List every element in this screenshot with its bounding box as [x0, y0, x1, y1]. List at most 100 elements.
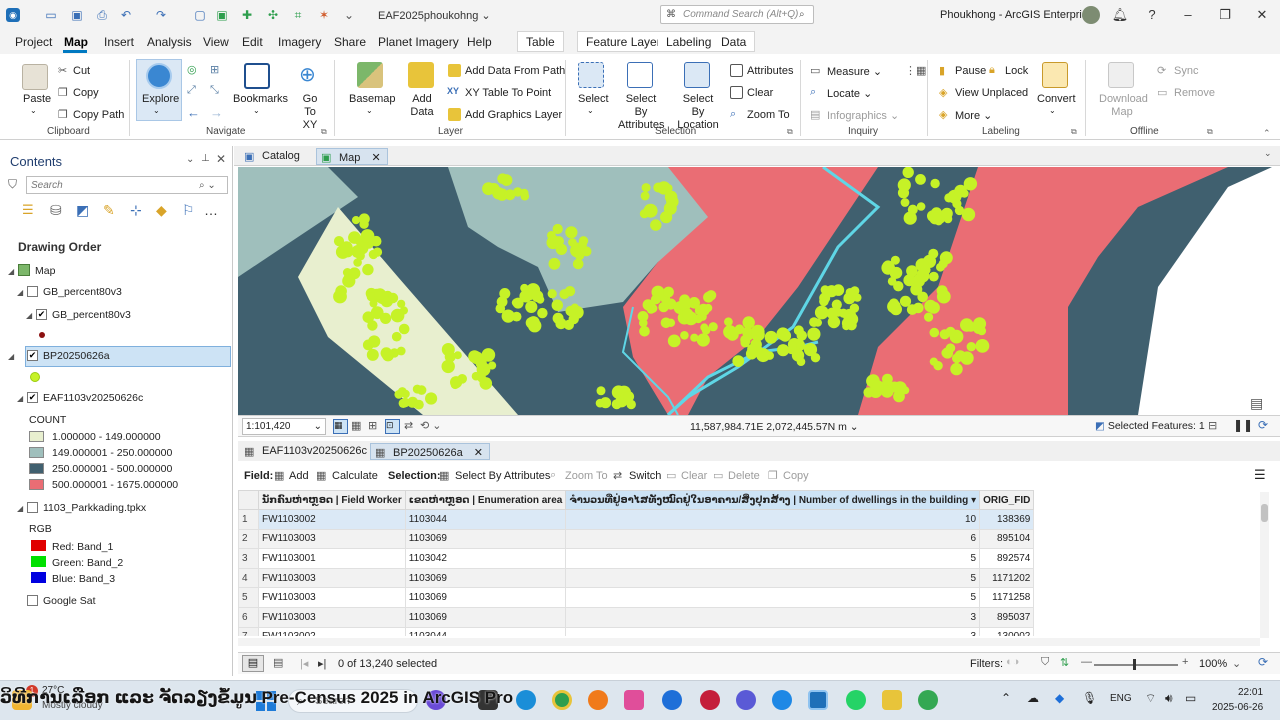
building-point[interactable]	[796, 357, 806, 366]
orig-fid-cell[interactable]: 1171258	[979, 587, 1035, 608]
building-point[interactable]	[398, 323, 410, 335]
table-row[interactable]: 1 FW1103002 1103044 10 138369	[238, 509, 1035, 530]
collapse-icon[interactable]: ◢	[8, 267, 14, 276]
measure-button[interactable]: Measure ⌄	[827, 65, 882, 78]
building-point[interactable]	[776, 327, 790, 341]
building-point[interactable]	[519, 290, 532, 303]
close-pane-icon[interactable]: ✕	[216, 152, 226, 166]
tab-table-bp20250626a[interactable]: ▦ BP20250626a ✕	[370, 443, 491, 460]
next-extent-icon[interactable]: →	[210, 105, 223, 120]
fixed-zoom-in-icon[interactable]: ⊞	[210, 63, 219, 76]
building-point[interactable]	[382, 349, 394, 362]
add-data-button[interactable]: Add Data	[407, 93, 437, 119]
basemap-button[interactable]: Basemap	[349, 93, 395, 105]
dwellings-cell[interactable]: 5	[565, 548, 981, 569]
building-point[interactable]	[499, 288, 511, 299]
building-point[interactable]	[414, 399, 424, 410]
building-point[interactable]	[525, 317, 538, 329]
vertical-scrollbar[interactable]	[1260, 492, 1269, 638]
tab-feature-layer[interactable]: Feature Layer	[577, 31, 669, 52]
list-by-drawing-order-icon[interactable]: ☰	[22, 202, 42, 222]
collapse-icon[interactable]: ◢	[17, 288, 23, 297]
building-point[interactable]	[793, 325, 804, 336]
table-zoom-to-button[interactable]: Zoom To	[565, 470, 608, 482]
building-point[interactable]	[401, 389, 410, 399]
chrome-icon[interactable]	[552, 690, 572, 710]
building-point[interactable]	[902, 167, 914, 178]
building-point[interactable]	[525, 300, 538, 313]
switch-selection-button[interactable]: Switch	[629, 470, 661, 482]
add-field-button[interactable]: Add	[289, 470, 309, 482]
building-point[interactable]	[362, 263, 374, 276]
building-point[interactable]	[872, 380, 884, 392]
copy-button[interactable]: Copy	[73, 87, 99, 99]
tab-view[interactable]: View	[203, 35, 229, 49]
cloud-icon[interactable]: ☁	[1027, 691, 1039, 705]
building-point[interactable]	[751, 327, 765, 342]
table-filter-icon[interactable]: ⛉	[1041, 656, 1049, 669]
building-point[interactable]	[387, 292, 399, 304]
labeling-launcher-icon[interactable]: ⧉	[1071, 127, 1077, 137]
zoom-out-icon[interactable]: —	[1081, 656, 1092, 668]
row-number-cell[interactable]: 2	[238, 528, 259, 550]
building-point[interactable]	[537, 307, 548, 319]
building-point[interactable]	[340, 241, 353, 254]
building-point[interactable]	[531, 290, 544, 303]
pause-drawing-icon[interactable]: ❚❚	[1233, 418, 1253, 432]
chevron-down-icon[interactable]: ⌄	[1232, 657, 1241, 670]
field-worker-cell[interactable]: FW1103003	[258, 567, 406, 589]
attribute-table-grid[interactable]: ນັກຄົນຫ່າຫຼອດ | Field Worker ເຂດຫ່າຫຼອດ …	[238, 490, 1035, 636]
building-point[interactable]	[482, 182, 495, 196]
building-point[interactable]	[391, 331, 402, 342]
orig-fid-cell[interactable]: 1171202	[979, 567, 1035, 589]
row-number-cell[interactable]: 5	[238, 587, 259, 608]
building-point[interactable]	[565, 226, 578, 239]
paste-button[interactable]: Paste	[23, 93, 51, 105]
bookmarks-dropdown-icon[interactable]: ⌄	[253, 106, 260, 115]
building-point[interactable]	[814, 305, 829, 320]
building-point[interactable]	[504, 189, 516, 201]
building-point[interactable]	[963, 177, 978, 191]
paste-icon[interactable]	[22, 64, 48, 90]
building-point[interactable]	[890, 266, 903, 279]
collapse-icon[interactable]: ◢	[8, 352, 14, 361]
collapse-icon[interactable]: ◢	[17, 394, 23, 403]
pane-options-icon[interactable]: ⌄	[186, 154, 194, 165]
building-point[interactable]	[950, 362, 963, 376]
building-point[interactable]	[390, 308, 405, 323]
grid-icon[interactable]: ▦	[351, 419, 361, 432]
paste-dropdown-icon[interactable]: ⌄	[30, 106, 37, 115]
building-point[interactable]	[941, 207, 953, 220]
enumeration-area-cell[interactable]: 1103069	[404, 528, 567, 550]
building-point[interactable]	[924, 312, 934, 322]
navigate-launcher-icon[interactable]: ⧉	[321, 127, 327, 137]
building-point[interactable]	[368, 249, 379, 260]
attributes-button[interactable]: Attributes	[747, 65, 793, 77]
new-map-icon[interactable]: ▢	[193, 8, 207, 22]
table-row[interactable]: 3 FW1103001 1103042 5 892574	[238, 548, 1035, 569]
table-row[interactable]: 2 FW1103003 1103069 6 895104	[238, 528, 1035, 550]
field-worker-cell[interactable]: FW1103003	[258, 528, 406, 550]
offline-launcher-icon[interactable]: ⧉	[1207, 127, 1213, 137]
restore-button[interactable]: ❐	[1215, 5, 1235, 25]
media-player-icon[interactable]	[700, 690, 720, 710]
building-point[interactable]	[723, 325, 737, 339]
go-to-xy-button[interactable]: Go To XY	[297, 93, 323, 132]
map-view[interactable]: ▤	[238, 167, 1272, 415]
building-point[interactable]	[863, 387, 874, 398]
xy-table-to-point-button[interactable]: XY Table To Point	[465, 87, 551, 99]
tab-imagery[interactable]: Imagery	[278, 35, 321, 49]
pause-labels-button[interactable]: Pause	[955, 65, 986, 77]
arcgis-pro-app-icon[interactable]: ◉	[6, 8, 20, 22]
contents-search-input[interactable]: Search ⌕ ⌄	[26, 176, 228, 194]
tab-labeling[interactable]: Labeling	[658, 31, 720, 52]
convert-button[interactable]: Convert	[1037, 93, 1076, 105]
building-point[interactable]	[667, 334, 681, 348]
building-point[interactable]	[893, 381, 907, 395]
coordinate-tool-icon[interactable]: ⋮▦	[905, 64, 926, 77]
close-tab-icon[interactable]: ✕	[371, 152, 380, 164]
column-header-field-worker[interactable]: ນັກຄົນຫ່າຫຼອດ | Field Worker	[258, 490, 406, 510]
tab-insert[interactable]: Insert	[104, 35, 134, 49]
building-point[interactable]	[764, 330, 778, 344]
building-point[interactable]	[595, 398, 605, 408]
